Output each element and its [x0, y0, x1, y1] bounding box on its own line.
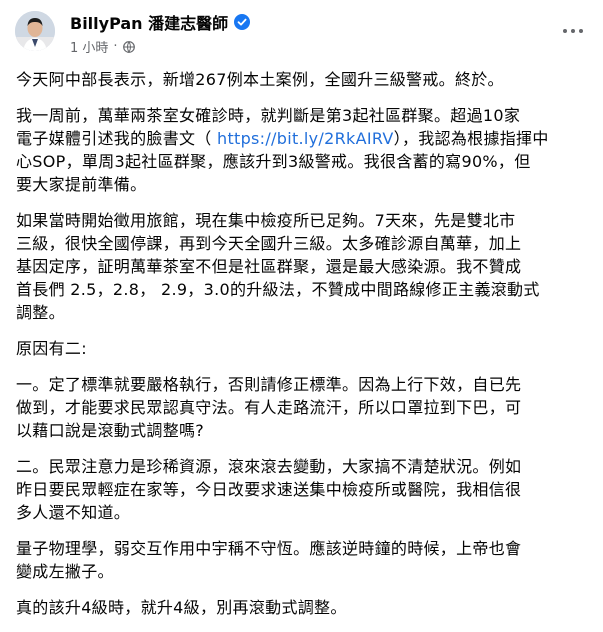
- post-body: 今天阿中部長表示，新增267例本土案例，全國升三級警戒。終於。 我一周前，萬華兩…: [16, 68, 596, 632]
- post-paragraph-3: 如果當時開始徵用旅館，現在集中檢疫所已足夠。7天來，先是雙北市 三級，很快全國停…: [16, 211, 540, 322]
- avatar-image: [15, 11, 55, 51]
- post-paragraph-4: 原因有二:: [16, 339, 87, 358]
- post-paragraph-7: 量子物理學，弱交互作用中宇稱不守恆。應該逆時鐘的時候，上帝也會 變成左撇子。: [16, 539, 522, 581]
- author-name[interactable]: BillyPan 潘建志醫師: [70, 10, 228, 34]
- public-globe-icon: [122, 40, 135, 53]
- more-options-icon[interactable]: [558, 22, 588, 40]
- meta-separator: ·: [113, 39, 118, 54]
- author-avatar[interactable]: [15, 11, 55, 51]
- post-paragraph-6: 二。民眾注意力是珍稀資源，滾來滾去變動，大家搞不清楚狀況。例如 昨日要民眾輕症在…: [16, 457, 522, 522]
- shortlink[interactable]: https://bit.ly/2RkAIRV: [217, 129, 394, 148]
- post-paragraph-2: 我一周前，萬華兩茶室女確診時，就判斷是第3起社區群聚。超過10家 電子媒體引述我…: [16, 106, 549, 194]
- post-paragraph-8: 真的該升4級時，就升4級，別再滾動式調整。: [16, 598, 347, 617]
- post-header: BillyPan 潘建志醫師 1 小時 ·: [0, 0, 603, 62]
- verified-badge-icon: [234, 14, 251, 30]
- post-paragraph-1: 今天阿中部長表示，新增267例本土案例，全國升三級警戒。終於。: [16, 70, 504, 89]
- author-name-row: BillyPan 潘建志醫師: [70, 10, 251, 34]
- post-timestamp[interactable]: 1 小時: [70, 37, 108, 56]
- post-meta: 1 小時 ·: [70, 37, 135, 56]
- post-paragraph-5: 一。定了標準就要嚴格執行，否則請修正標準。因為上行下效，自已先 做到，才能要求民…: [16, 375, 522, 440]
